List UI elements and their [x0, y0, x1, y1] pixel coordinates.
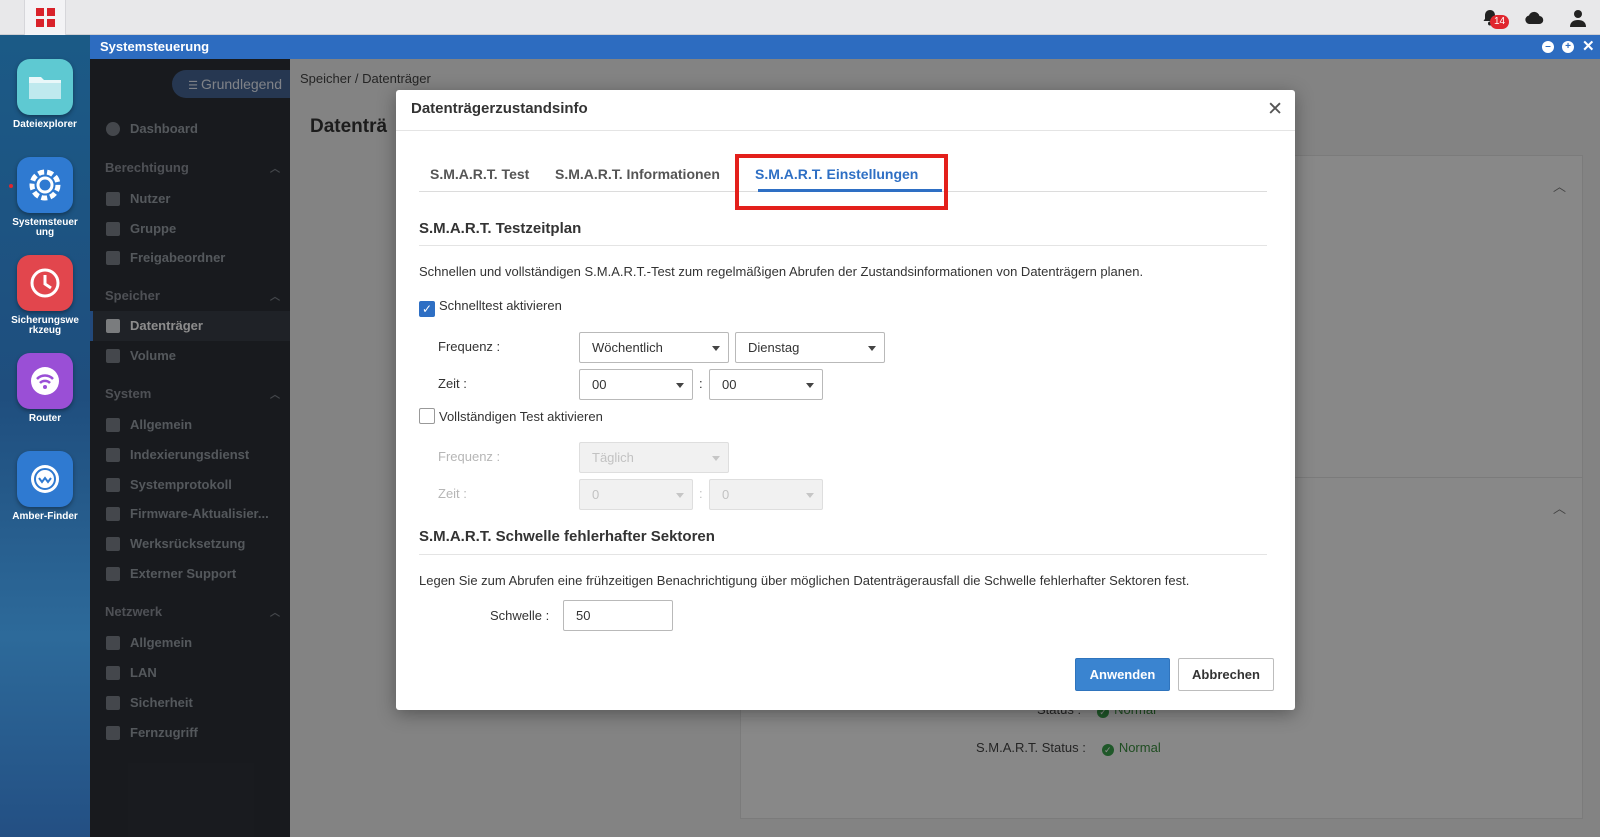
notification-count-badge: 14 [1490, 15, 1510, 29]
app-grid-icon [35, 8, 55, 27]
dialog-title: Datenträgerzustandsinfo [411, 100, 588, 117]
checkbox-label: Vollständigen Test aktivieren [439, 409, 603, 424]
cloud-icon [1525, 11, 1544, 24]
quick-day-select[interactable]: Dienstag [735, 332, 885, 363]
backup-clock-icon [17, 255, 73, 311]
running-indicator [9, 184, 13, 188]
caret-down-icon [868, 346, 876, 351]
cloud-button[interactable] [1512, 0, 1556, 35]
full-frequency-select[interactable]: Täglich [579, 442, 729, 473]
user-menu-button[interactable] [1556, 0, 1600, 35]
dock-label: Systemsteuer ung [12, 217, 78, 238]
divider [419, 554, 1267, 555]
dock-item-dateiexplorer[interactable]: Dateiexplorer [0, 59, 90, 130]
caret-down-icon [712, 346, 720, 351]
notification-button[interactable]: 14 [1468, 0, 1512, 35]
dock-item-systemsteuerung[interactable]: Systemsteuer ung [0, 157, 90, 238]
cancel-button[interactable]: Abbrechen [1178, 658, 1274, 691]
caret-down-icon [676, 383, 684, 388]
threshold-input[interactable]: 50 [563, 600, 673, 631]
apply-button[interactable]: Anwenden [1075, 658, 1170, 691]
divider [396, 130, 1295, 131]
window-close-button[interactable]: ✕ [1582, 39, 1595, 54]
quick-frequency-label: Frequenz : [438, 339, 501, 354]
wifi-icon [17, 353, 73, 409]
dock-item-router[interactable]: Router [0, 353, 90, 424]
finder-icon [17, 451, 73, 507]
highlight-annotation [735, 154, 948, 210]
gear-icon [17, 157, 73, 213]
full-test-checkbox[interactable]: Vollständigen Test aktivieren [419, 408, 603, 424]
dock-item-sicherungswerkzeug[interactable]: Sicherungswe rkzeug [0, 255, 90, 336]
select-value: 00 [722, 377, 737, 392]
quick-frequency-select[interactable]: Wöchentlich [579, 332, 729, 363]
caret-down-icon [806, 383, 814, 388]
window-title: Systemsteuerung [100, 39, 210, 54]
smart-dialog: Datenträgerzustandsinfo ✕ S.M.A.R.T. Tes… [396, 90, 1295, 710]
full-minute-select[interactable]: 0 [709, 479, 823, 510]
time-separator: : [699, 376, 703, 391]
select-value: Dienstag [748, 340, 800, 355]
full-time-label: Zeit : [438, 486, 467, 501]
folder-icon [17, 59, 73, 115]
user-icon [1570, 9, 1586, 27]
quick-test-checkbox[interactable]: ✓ Schnelltest aktivieren [419, 298, 562, 317]
checkbox-checked-icon: ✓ [419, 301, 435, 317]
checkbox-unchecked-icon [419, 408, 435, 424]
select-value: Wöchentlich [592, 340, 663, 355]
threshold-description: Legen Sie zum Abrufen eine frühzeitigen … [419, 573, 1190, 588]
window-titlebar: Systemsteuerung – + ✕ [90, 35, 1600, 59]
close-icon[interactable]: ✕ [1267, 100, 1283, 120]
minimize-button[interactable]: – [1542, 41, 1554, 53]
caret-down-icon [806, 493, 814, 498]
dock-label: Amber-Finder [12, 511, 78, 522]
caret-down-icon [712, 456, 720, 461]
select-value: 0 [722, 487, 730, 502]
tab-smart-test[interactable]: S.M.A.R.T. Test [430, 166, 529, 182]
desktop-dock: Dateiexplorer Systemsteuer ung Sicherung… [0, 35, 90, 837]
full-frequency-label: Frequenz : [438, 449, 501, 464]
quick-hour-select[interactable]: 00 [579, 369, 693, 400]
full-hour-select[interactable]: 0 [579, 479, 693, 510]
top-taskbar: 14 [0, 0, 1600, 35]
time-separator: : [699, 486, 703, 501]
app-launcher-button[interactable] [24, 0, 66, 35]
section-title-threshold: S.M.A.R.T. Schwelle fehlerhafter Sektore… [419, 528, 715, 545]
quick-minute-select[interactable]: 00 [709, 369, 823, 400]
select-value: 00 [592, 377, 607, 392]
checkbox-label: Schnelltest aktivieren [439, 298, 562, 313]
select-value: Täglich [592, 450, 634, 465]
tab-smart-informationen[interactable]: S.M.A.R.T. Informationen [555, 166, 720, 182]
divider [419, 245, 1267, 246]
threshold-label: Schwelle : [490, 608, 550, 623]
schedule-description: Schnellen und vollständigen S.M.A.R.T.-T… [419, 264, 1144, 279]
dock-label: Router [28, 413, 62, 424]
dock-item-amber-finder[interactable]: Amber-Finder [0, 451, 90, 522]
dock-label: Dateiexplorer [13, 119, 77, 130]
dock-label: Sicherungswe rkzeug [11, 315, 79, 336]
caret-down-icon [676, 493, 684, 498]
maximize-button[interactable]: + [1562, 41, 1574, 53]
select-value: 0 [592, 487, 600, 502]
section-title-schedule: S.M.A.R.T. Testzeitplan [419, 220, 582, 237]
quick-time-label: Zeit : [438, 376, 467, 391]
